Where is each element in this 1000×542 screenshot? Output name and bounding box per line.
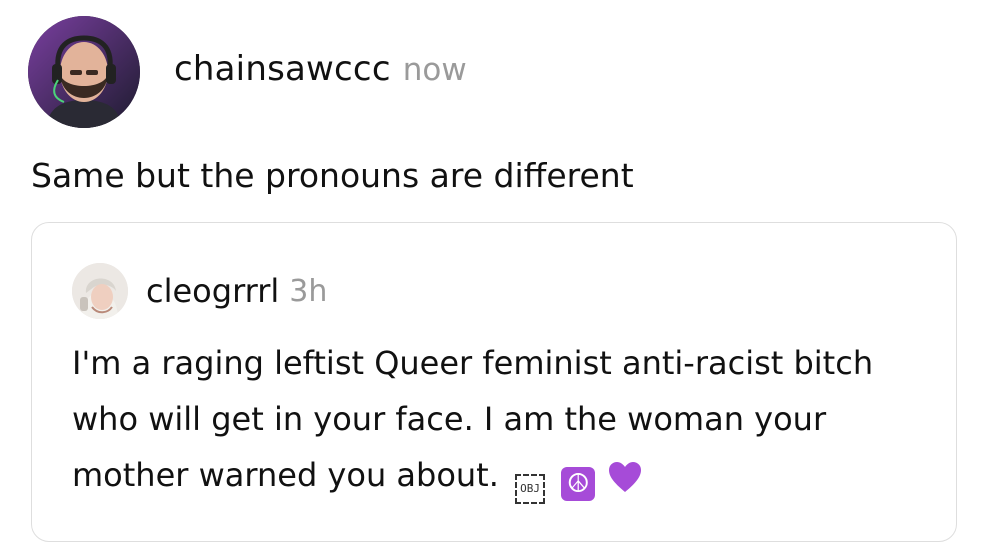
quoted-post-header: cleogrrrl 3h [72,263,327,319]
peace-symbol-icon: ☮ [561,467,596,501]
post-text: Same but the pronouns are different [31,156,634,195]
object-replacement-icon: OBJ [515,474,546,504]
quoted-post-card[interactable]: cleogrrrl 3h I'm a raging leftist Queer … [31,222,957,542]
author-avatar[interactable] [28,16,140,128]
post-timestamp: now [402,52,467,88]
author-name[interactable]: chainsawccc [174,49,391,89]
post-header: chainsawccc now [28,14,467,130]
quoted-post-text: I'm a raging leftist Queer feminist anti… [72,344,874,494]
purple-heart-icon [607,455,643,511]
quoted-author-name[interactable]: cleogrrrl [146,272,279,310]
quoted-author-avatar[interactable] [72,263,128,319]
quoted-post-text-container: I'm a raging leftist Queer feminist anti… [72,335,912,511]
quoted-post-timestamp: 3h [289,273,328,309]
